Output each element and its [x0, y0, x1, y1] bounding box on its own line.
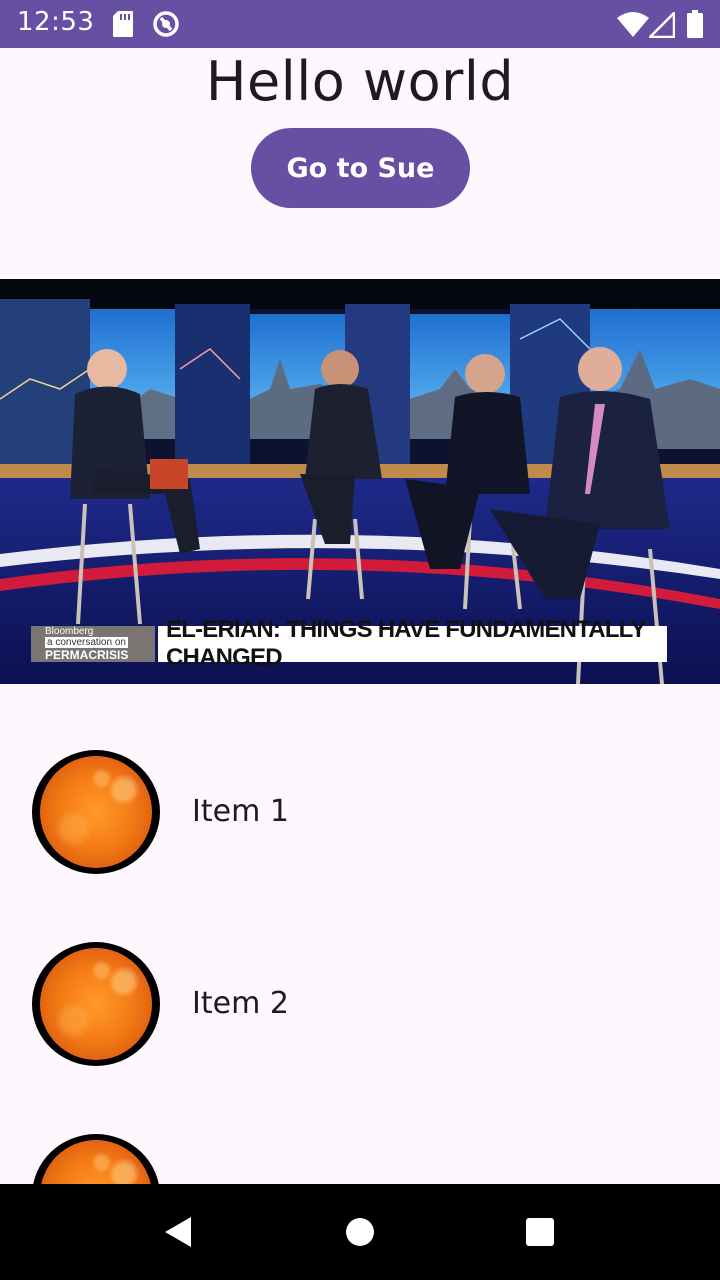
headline: EL-ERIAN: THINGS HAVE FUNDAMENTALLY CHAN…: [158, 616, 667, 671]
recents-icon[interactable]: [525, 1217, 555, 1247]
list-item[interactable]: Item 1: [0, 716, 720, 908]
list-item[interactable]: Item 2: [0, 908, 720, 1100]
wifi-icon: [617, 12, 649, 37]
sync-icon: [153, 11, 179, 37]
lower-third: Bloomberg a conversation on PERMACRISIS …: [31, 616, 667, 671]
sun-image: [32, 942, 160, 1066]
battery-icon: [687, 10, 703, 38]
sd-card-icon: [113, 11, 133, 37]
back-icon[interactable]: [163, 1216, 193, 1248]
brand-series: PERMACRISIS: [45, 648, 129, 662]
sun-image: [32, 750, 160, 874]
status-time: 12:53: [17, 7, 95, 37]
video-thumbnail[interactable]: Bloomberg a conversation on PERMACRISIS …: [0, 279, 720, 684]
page-title: Hello world: [205, 50, 515, 113]
list-item[interactable]: [0, 1100, 720, 1184]
brand-subtitle: a conversation on: [45, 637, 128, 648]
status-bar: 12:53: [0, 0, 720, 48]
brand-box: Bloomberg a conversation on PERMACRISIS: [31, 626, 155, 662]
go-to-sue-button[interactable]: Go to Sue: [251, 128, 470, 208]
list-item-label: Item 2: [192, 986, 289, 1021]
sun-image: [32, 1134, 160, 1184]
signal-icon: [649, 12, 675, 38]
list-item-label: Item 1: [192, 794, 289, 829]
brand-name: Bloomberg: [45, 626, 94, 637]
home-icon[interactable]: [345, 1217, 375, 1247]
